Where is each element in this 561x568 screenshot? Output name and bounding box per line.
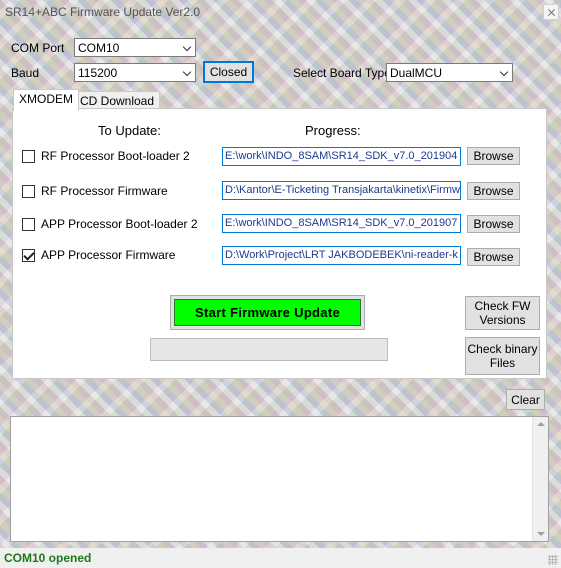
rf-bootloader-checkbox[interactable]: [22, 150, 35, 163]
window-title: SR14+ABC Firmware Update Ver2.0: [5, 5, 201, 19]
app-firmware-path-field[interactable]: D:\Work\Project\LRT JAKBODEBEK\ni-reader…: [222, 246, 461, 265]
update-progress-bar: [150, 338, 388, 361]
app-bootloader-browse-button[interactable]: Browse: [467, 215, 520, 233]
app-bootloader-label: APP Processor Boot-loader 2: [41, 217, 198, 231]
rf-firmware-label: RF Processor Firmware: [41, 184, 168, 198]
check-binary-files-button[interactable]: Check binary Files: [465, 337, 540, 375]
progress-heading: Progress:: [305, 123, 361, 138]
start-firmware-update-button[interactable]: Start Firmware Update: [174, 299, 361, 326]
rf-bootloader-label: RF Processor Boot-loader 2: [41, 149, 190, 163]
rf-firmware-browse-button[interactable]: Browse: [467, 182, 520, 200]
com-port-label: COM Port: [11, 41, 65, 55]
port-toggle-button[interactable]: Closed: [203, 61, 254, 83]
start-button-frame: Start Firmware Update: [170, 295, 365, 330]
baud-label: Baud: [11, 66, 40, 80]
close-icon[interactable]: [543, 4, 559, 20]
board-type-label: Select Board Type: [293, 66, 391, 80]
app-firmware-path-text: D:\Work\Project\LRT JAKBODEBEK\ni-reader…: [225, 249, 458, 261]
rf-bootloader-browse-button[interactable]: Browse: [467, 147, 520, 165]
chevron-down-icon: [182, 42, 192, 52]
app-firmware-label: APP Processor Firmware: [41, 248, 176, 262]
tab-xmodem[interactable]: XMODEM: [13, 89, 79, 111]
rf-bootloader-path-field[interactable]: E:\work\INDO_8SAM\SR14_SDK_v7.0_201904: [222, 147, 461, 166]
scroll-down-icon[interactable]: [537, 532, 545, 536]
to-update-heading: To Update:: [98, 123, 161, 138]
board-type-select[interactable]: DualMCU: [386, 63, 513, 82]
rf-firmware-path-text: D:\Kantor\E-Ticketing Transjakarta\kinet…: [225, 184, 460, 196]
app-firmware-checkbox[interactable]: [22, 249, 35, 262]
log-scrollbar[interactable]: [532, 417, 548, 541]
baud-select[interactable]: 115200: [74, 63, 196, 82]
status-message: COM10 opened: [4, 551, 92, 565]
rf-firmware-path-field[interactable]: D:\Kantor\E-Ticketing Transjakarta\kinet…: [222, 181, 461, 200]
rf-bootloader-path-text: E:\work\INDO_8SAM\SR14_SDK_v7.0_201904: [225, 150, 458, 162]
log-textarea[interactable]: [10, 416, 549, 542]
baud-value: 115200: [78, 66, 118, 80]
app-bootloader-path-field[interactable]: E:\work\INDO_8SAM\SR14_SDK_v7.0_201907: [222, 214, 461, 233]
check-fw-versions-button[interactable]: Check FW Versions: [465, 296, 540, 330]
app-bootloader-checkbox[interactable]: [22, 218, 35, 231]
scroll-up-icon[interactable]: [537, 422, 545, 426]
title-bar: SR14+ABC Firmware Update Ver2.0: [0, 0, 561, 27]
chevron-down-icon: [182, 67, 192, 77]
rf-firmware-checkbox[interactable]: [22, 185, 35, 198]
status-bar: COM10 opened: [0, 548, 561, 568]
clear-log-button[interactable]: Clear: [506, 389, 545, 410]
chevron-down-icon: [499, 67, 509, 77]
com-port-value: COM10: [78, 41, 120, 55]
com-port-select[interactable]: COM10: [74, 38, 196, 57]
board-type-value: DualMCU: [390, 66, 443, 80]
app-firmware-browse-button[interactable]: Browse: [467, 248, 520, 266]
app-bootloader-path-text: E:\work\INDO_8SAM\SR14_SDK_v7.0_201907: [225, 217, 458, 229]
resize-grip-icon[interactable]: [548, 555, 558, 565]
